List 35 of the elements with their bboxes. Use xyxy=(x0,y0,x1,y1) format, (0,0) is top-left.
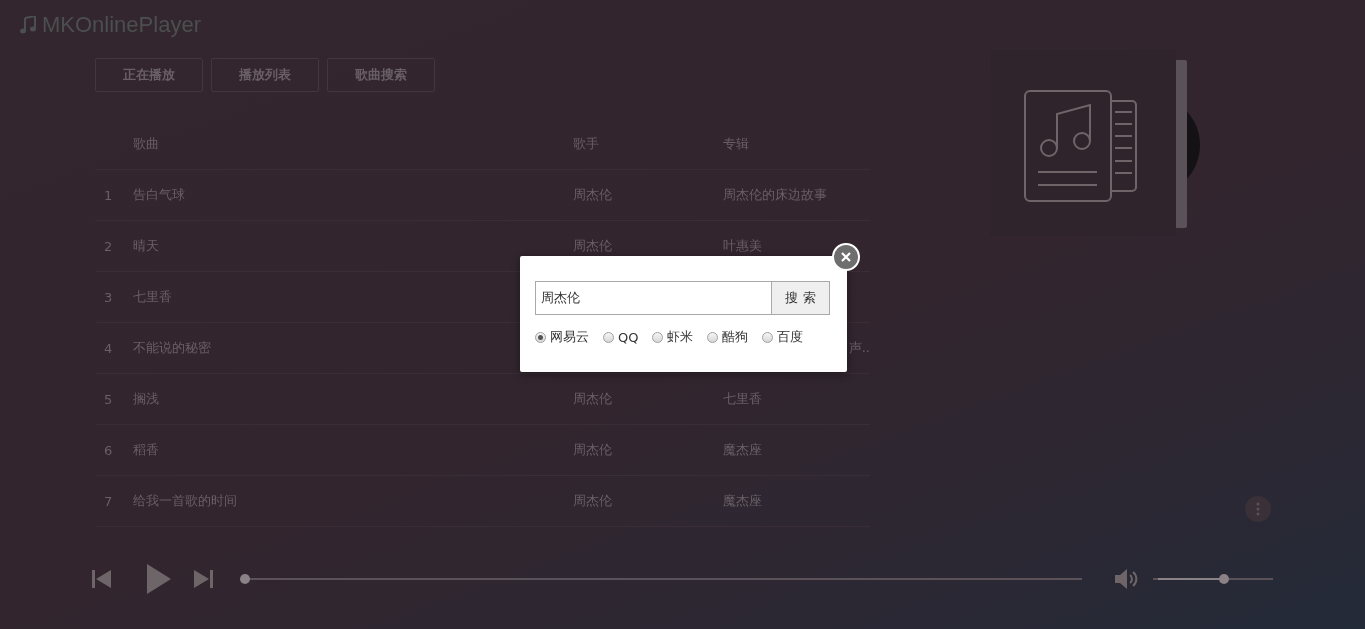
radio-label: 百度 xyxy=(777,328,804,346)
slider-thumb[interactable] xyxy=(1219,574,1229,584)
search-field[interactable]: 周杰伦 xyxy=(535,281,771,315)
radio-label: 酷狗 xyxy=(722,328,749,346)
radio-button[interactable] xyxy=(652,331,664,343)
album-name: 魔杰座 xyxy=(723,492,762,510)
row-number: 6 xyxy=(103,442,113,458)
tab[interactable]: 播放列表 xyxy=(211,58,319,92)
radio-button[interactable] xyxy=(535,331,546,343)
search-button[interactable]: 搜 索 xyxy=(771,281,830,315)
radio-label: 网易云 xyxy=(550,328,589,346)
row-number: 2 xyxy=(103,238,113,254)
close-button[interactable] xyxy=(832,243,860,271)
radio-label: 虾米 xyxy=(667,328,694,346)
tab[interactable]: 正在播放 xyxy=(95,58,203,92)
radio-label: QQ xyxy=(618,329,639,345)
play-icon[interactable] xyxy=(147,564,171,594)
row-number: 5 xyxy=(103,391,113,407)
row-number: 1 xyxy=(103,187,113,203)
radio-button[interactable] xyxy=(603,331,614,343)
radio-button[interactable] xyxy=(762,331,774,343)
row-number: 7 xyxy=(103,493,113,509)
more-button[interactable] xyxy=(1245,496,1271,522)
tab[interactable]: 歌曲搜索 xyxy=(327,58,435,92)
radio-button[interactable] xyxy=(707,331,719,343)
row-number: 4 xyxy=(103,340,113,356)
slider-thumb[interactable] xyxy=(240,574,250,584)
previous-icon[interactable] xyxy=(92,569,112,589)
music-note-icon xyxy=(20,16,36,34)
row-number: 3 xyxy=(103,289,113,305)
song-title: 搁浅 xyxy=(133,390,159,408)
album-name: 魔杰座 xyxy=(723,441,762,459)
close-icon xyxy=(841,252,851,262)
next-icon[interactable] xyxy=(193,569,213,589)
more-icon xyxy=(1256,502,1260,516)
